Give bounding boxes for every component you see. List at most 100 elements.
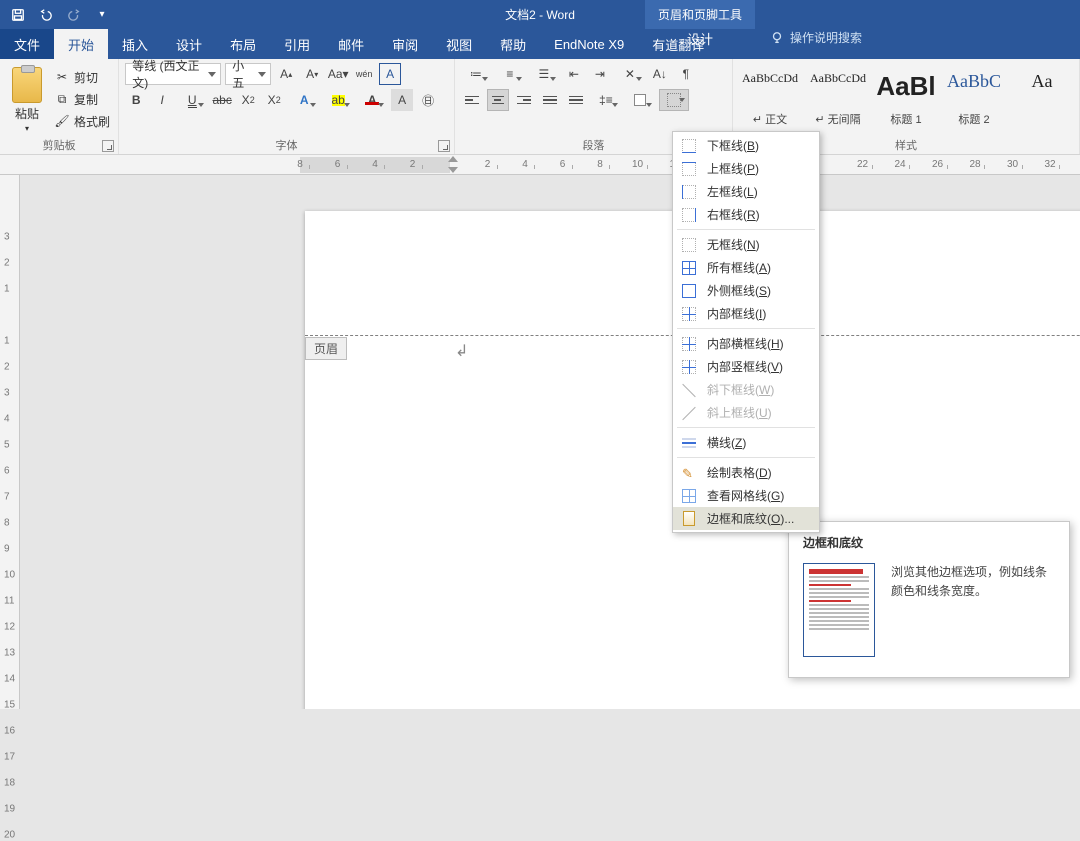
borders-button[interactable] [659,89,689,111]
tab-review[interactable]: 审阅 [378,29,432,59]
style-item-0[interactable]: AaBbCcDd↵ 正文 [739,69,801,129]
border-menu-icon [681,359,697,375]
paste-label: 粘贴 [15,105,39,122]
align-distributed-button[interactable] [565,89,587,111]
style-preview: AaBl [876,71,935,102]
style-item-2[interactable]: AaBl 标题 1 [875,69,937,129]
show-marks-button[interactable]: ¶ [675,63,697,85]
numbering-button[interactable]: ≡ [495,63,525,85]
character-border-button[interactable]: A [379,63,401,85]
border-menu-o[interactable]: 边框和底纹(O)... [673,507,819,530]
shading-button[interactable] [625,89,655,111]
tab-endnote[interactable]: EndNote X9 [540,29,638,59]
tab-help[interactable]: 帮助 [486,29,540,59]
tab-design[interactable]: 设计 [162,29,216,59]
text-effects-button[interactable]: A [289,89,319,111]
brush-icon: 🖌 [54,113,70,129]
title-bar: ▾ 文档2 - Word 页眉和页脚工具 [0,0,1080,29]
border-menu-p[interactable]: 上框线(P) [673,157,819,180]
save-button[interactable] [6,3,30,27]
font-color-button[interactable]: A [357,89,387,111]
tell-me-search[interactable]: 操作说明搜索 [770,29,862,46]
border-menu-a[interactable]: 所有框线(A) [673,256,819,279]
border-menu-h[interactable]: 内部横框线(H) [673,332,819,355]
subscript-button[interactable]: X2 [237,89,259,111]
style-name: 标题 2 [958,111,989,127]
border-menu-i[interactable]: 内部框线(I) [673,302,819,325]
tab-references[interactable]: 引用 [270,29,324,59]
tab-view[interactable]: 视图 [432,29,486,59]
phonetic-guide-button[interactable]: wén [353,63,375,85]
grow-font-button[interactable]: A▴ [275,63,297,85]
align-right-button[interactable] [513,89,535,111]
border-menu-icon [681,405,697,421]
enclose-characters-button[interactable]: ㊐ [417,89,439,111]
paste-button[interactable]: 粘贴 ▾ [6,63,48,135]
multilevel-list-button[interactable]: ☰ [529,63,559,85]
italic-button[interactable]: I [151,89,173,111]
character-shading-button[interactable]: A [391,89,413,111]
change-case-button[interactable]: Aa▾ [327,63,349,85]
undo-button[interactable] [34,3,58,27]
border-menu-icon [681,207,697,223]
group-paragraph-label: 段落 [582,137,604,153]
align-center-button[interactable] [487,89,509,111]
tab-mailings[interactable]: 邮件 [324,29,378,59]
asian-layout-button[interactable]: ✕ [615,63,645,85]
shrink-font-button[interactable]: A▾ [301,63,323,85]
border-menu-r[interactable]: 右框线(R) [673,203,819,226]
style-item-4[interactable]: Aa [1011,69,1073,129]
style-preview: Aa [1032,71,1053,92]
text-cursor: ↲ [455,341,468,361]
highlight-button[interactable]: ab [323,89,353,111]
border-menu-l[interactable]: 左框线(L) [673,180,819,203]
style-name: 标题 1 [890,111,921,127]
tab-layout[interactable]: 布局 [216,29,270,59]
cut-button[interactable]: ✂剪切 [52,67,112,87]
strikethrough-button[interactable]: abc [211,89,233,111]
line-spacing-button[interactable]: ‡≡ [591,89,621,111]
font-size-combo[interactable]: 小五 [225,63,271,85]
tab-file[interactable]: 文件 [0,29,54,59]
border-menu-d[interactable]: 绘制表格(D) [673,461,819,484]
tab-home[interactable]: 开始 [54,29,108,59]
style-item-3[interactable]: AaBbC标题 2 [943,69,1005,129]
qat-customize-button[interactable]: ▾ [90,3,114,27]
copy-button[interactable]: ⧉复制 [52,89,112,109]
ruler-indent-handle[interactable] [448,155,458,173]
border-menu-v[interactable]: 内部竖框线(V) [673,355,819,378]
format-painter-button[interactable]: 🖌格式刷 [52,111,112,131]
align-left-button[interactable] [461,89,483,111]
border-menu-icon [681,184,697,200]
border-menu-g[interactable]: 查看网格线(G) [673,484,819,507]
border-menu-n[interactable]: 无框线(N) [673,233,819,256]
bold-button[interactable]: B [125,89,147,111]
underline-button[interactable]: U [177,89,207,111]
style-item-1[interactable]: AaBbCcDd↵ 无间隔 [807,69,869,129]
tab-context-design[interactable]: 设计 [645,29,755,48]
border-menu-icon [681,511,697,527]
superscript-button[interactable]: X2 [263,89,285,111]
quick-access-toolbar: ▾ [0,3,114,27]
decrease-indent-button[interactable]: ⇤ [563,63,585,85]
align-justify-button[interactable] [539,89,561,111]
border-menu-z[interactable]: 横线(Z) [673,431,819,454]
sort-button[interactable]: A↓ [649,63,671,85]
horizontal-ruler[interactable]: 86422468101222242628303234 [0,155,1080,175]
redo-button[interactable] [62,3,86,27]
bullets-button[interactable]: ≔ [461,63,491,85]
increase-indent-button[interactable]: ⇥ [589,63,611,85]
font-name-combo[interactable]: 等线 (西文正文) [125,63,221,85]
context-tool-label: 页眉和页脚工具 [645,0,755,29]
font-launcher[interactable] [438,140,450,152]
vertical-ruler[interactable]: 3211234567891011121314151617181920 [0,175,20,709]
tab-insert[interactable]: 插入 [108,29,162,59]
group-clipboard-label: 剪贴板 [43,137,76,153]
border-menu-s[interactable]: 外侧框线(S) [673,279,819,302]
group-clipboard: 粘贴 ▾ ✂剪切 ⧉复制 🖌格式刷 剪贴板 [0,59,119,154]
clipboard-launcher[interactable] [102,140,114,152]
border-menu-b[interactable]: 下框线(B) [673,134,819,157]
tell-me-label: 操作说明搜索 [790,29,862,46]
border-menu-icon [681,382,697,398]
border-menu-icon [681,138,697,154]
